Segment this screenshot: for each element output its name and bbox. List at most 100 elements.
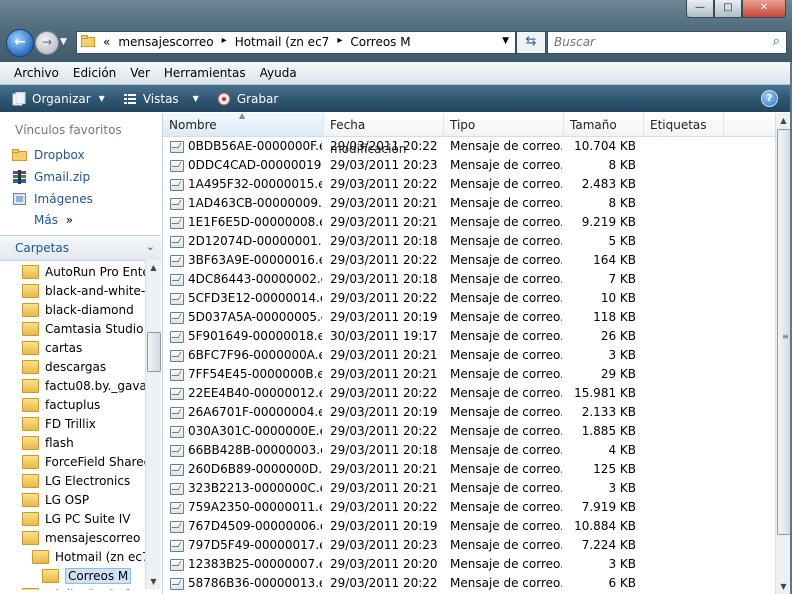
- minimize-button[interactable]: —: [686, 0, 714, 18]
- file-row[interactable]: 260D6B89-0000000D.eml 29/03/2011 20:21 Men…: [163, 460, 775, 479]
- breadcrumb-overflow[interactable]: «: [99, 35, 114, 49]
- tree-folder[interactable]: Correos M: [42, 566, 132, 585]
- tree-folder[interactable]: factu08.by._gavara: [22, 376, 145, 395]
- tree-folder[interactable]: cartas: [22, 338, 82, 357]
- organize-button[interactable]: Organizar ▼: [12, 91, 105, 106]
- file-name: 6BFC7F96-0000000A.eml: [188, 348, 322, 362]
- address-bar[interactable]: « mensajescorreo ▸ Hotmail (zn ec7 ▸ Cor…: [76, 31, 516, 54]
- breadcrumb-item[interactable]: Correos M: [346, 35, 414, 49]
- file-row[interactable]: 797D5F49-00000017.eml 29/03/2011 20:23 Men…: [163, 536, 775, 555]
- file-row[interactable]: 12383B25-00000007.eml 29/03/2011 20:20 Men…: [163, 555, 775, 574]
- file-row[interactable]: 0BDB56AE-0000000F.eml 29/03/2011 20:22 Men…: [163, 137, 775, 156]
- file-row[interactable]: 3BF63A9E-00000016.eml 29/03/2011 20:22 Men…: [163, 251, 775, 270]
- menu-ayuda[interactable]: Ayuda: [253, 62, 304, 84]
- file-row[interactable]: 4DC86443-00000002.eml 29/03/2011 20:18 Men…: [163, 270, 775, 289]
- file-size: 7 KB: [608, 272, 636, 286]
- file-row[interactable]: 6BFC7F96-0000000A.eml 29/03/2011 20:21 Men…: [163, 346, 775, 365]
- file-row[interactable]: 1E1F6E5D-00000008.eml 29/03/2011 20:21 Men…: [163, 213, 775, 232]
- close-button[interactable]: ✕: [742, 0, 786, 18]
- refresh-button[interactable]: ⇆: [516, 31, 546, 54]
- folder-tree-scrollbar[interactable]: ▲ ▼: [145, 260, 161, 589]
- help-button[interactable]: ?: [761, 90, 778, 107]
- file-type: Mensaje de correo...: [450, 443, 562, 457]
- file-row[interactable]: 323B2213-0000000C.eml 29/03/2011 20:21 Men…: [163, 479, 775, 498]
- tree-folder[interactable]: mensajescorreo: [22, 528, 140, 547]
- breadcrumb-separator-icon[interactable]: ▸: [333, 35, 346, 49]
- file-row[interactable]: 767D4509-00000006.eml 29/03/2011 20:19 Men…: [163, 517, 775, 536]
- scroll-down-icon[interactable]: ▼: [776, 579, 791, 594]
- tree-folder[interactable]: AutoRun Pro Enter: [22, 262, 145, 281]
- tree-folder-label: Hotmail (zn ec7: [55, 549, 145, 564]
- address-dropdown-icon[interactable]: ▼: [502, 36, 509, 46]
- tree-folder[interactable]: LG PC Suite IV: [22, 509, 130, 528]
- file-row[interactable]: 030A301C-0000000E.eml 29/03/2011 20:22 Men…: [163, 422, 775, 441]
- file-size: 2.483 KB: [581, 177, 636, 191]
- menu-ver[interactable]: Ver: [123, 62, 157, 84]
- scroll-thumb[interactable]: [147, 332, 161, 372]
- scroll-thumb[interactable]: ≡: [777, 129, 791, 535]
- scroll-down-icon[interactable]: ▼: [146, 574, 161, 589]
- tree-folder[interactable]: black-diamond: [22, 300, 134, 319]
- views-button[interactable]: Vistas ▼: [123, 92, 199, 106]
- tree-folder[interactable]: Camtasia Studio: [22, 319, 143, 338]
- maximize-button[interactable]: □: [714, 0, 742, 18]
- tree-folder[interactable]: Hotmail (zn ec7: [32, 547, 145, 566]
- file-name-cell: 5CFD3E12-00000014.eml: [170, 289, 322, 308]
- file-row[interactable]: 5D037A5A-00000005.eml 29/03/2011 20:19 Men…: [163, 308, 775, 327]
- tree-folder[interactable]: factuplus: [22, 395, 100, 414]
- file-row[interactable]: 22EE4B40-00000012.eml 29/03/2011 20:22 Men…: [163, 384, 775, 403]
- more-links[interactable]: Más »: [34, 213, 73, 227]
- back-button[interactable]: ←: [6, 29, 34, 57]
- menu-edicion[interactable]: Edición: [66, 62, 123, 84]
- file-row[interactable]: 759A2350-00000011.eml 29/03/2011 20:22 Men…: [163, 498, 775, 517]
- column-header-tags[interactable]: Etiquetas: [644, 113, 724, 136]
- file-row[interactable]: 5CFD3E12-00000014.eml 29/03/2011 20:22 Men…: [163, 289, 775, 308]
- favorite-gmail-zip[interactable]: Gmail.zip: [12, 168, 90, 186]
- tree-folder[interactable]: black-and-white-s: [22, 281, 145, 300]
- recent-pages-dropdown[interactable]: ▼: [60, 37, 67, 47]
- file-row[interactable]: 66BB428B-00000003.eml 29/03/2011 20:18 Men…: [163, 441, 775, 460]
- file-name: 58786B36-00000013.eml: [188, 576, 322, 590]
- file-date: 29/03/2011 20:22: [330, 177, 438, 191]
- tree-folder[interactable]: FD Trillix: [22, 414, 96, 433]
- tree-folder-label: Camtasia Studio: [45, 321, 144, 336]
- scroll-up-icon[interactable]: ▲: [146, 260, 161, 275]
- email-message-icon: [170, 520, 184, 533]
- tree-folder[interactable]: descargas: [22, 357, 106, 376]
- file-row[interactable]: 26A6701F-00000004.eml 29/03/2011 20:19 Men…: [163, 403, 775, 422]
- breadcrumb-item[interactable]: mensajescorreo: [114, 35, 217, 49]
- file-row[interactable]: 58786B36-00000013.eml 29/03/2011 20:22 Men…: [163, 574, 775, 593]
- file-row[interactable]: 2D12074D-00000001.eml 29/03/2011 20:18 Men…: [163, 232, 775, 251]
- file-row[interactable]: 0DDC4CAD-00000019.... 29/03/2011 20:23 Men…: [163, 156, 775, 175]
- column-header-date[interactable]: Fecha modificación: [324, 113, 444, 156]
- file-row[interactable]: 5F901649-00000018.eml 30/03/2011 19:17 Men…: [163, 327, 775, 346]
- tree-folder[interactable]: LG Electronics: [22, 471, 130, 490]
- search-box[interactable]: ⌕: [547, 31, 787, 54]
- search-icon[interactable]: ⌕: [773, 34, 780, 49]
- search-input[interactable]: [552, 34, 756, 50]
- file-row[interactable]: 1A495F32-00000015.eml 29/03/2011 20:22 Men…: [163, 175, 775, 194]
- tree-folder[interactable]: flash: [22, 433, 74, 452]
- file-name: 0DDC4CAD-00000019....: [188, 158, 322, 172]
- column-header-type[interactable]: Tipo: [444, 113, 564, 136]
- tree-folder[interactable]: LG OSP: [22, 490, 89, 509]
- folders-header[interactable]: Carpetas ⌄: [0, 235, 161, 261]
- breadcrumb-separator-icon[interactable]: ▸: [218, 35, 231, 49]
- forward-button[interactable]: →: [35, 31, 59, 55]
- favorite-imagenes[interactable]: Imágenes: [12, 190, 93, 208]
- menu-archivo[interactable]: Archivo: [0, 62, 66, 84]
- file-type: Mensaje de correo...: [450, 500, 562, 514]
- column-header-name[interactable]: ▲ Nombre: [163, 113, 324, 136]
- menu-herramientas[interactable]: Herramientas: [157, 62, 253, 84]
- tree-folder[interactable]: Mi diseño de fondo: [22, 585, 145, 590]
- email-message-icon: [170, 216, 184, 229]
- scroll-up-icon[interactable]: ▲: [776, 113, 791, 128]
- file-list-scrollbar[interactable]: ▲ ≡ ▼: [775, 113, 791, 594]
- file-row[interactable]: 7FF54E45-0000000B.eml 29/03/2011 20:21 Men…: [163, 365, 775, 384]
- burn-button[interactable]: Grabar: [217, 92, 278, 106]
- favorite-dropbox[interactable]: Dropbox: [12, 146, 85, 164]
- column-header-size[interactable]: Tamaño: [564, 113, 644, 136]
- file-row[interactable]: 1AD463CB-00000009.e... 29/03/2011 20:21 Me…: [163, 194, 775, 213]
- tree-folder[interactable]: ForceField Shared: [22, 452, 145, 471]
- breadcrumb-item[interactable]: Hotmail (zn ec7: [231, 35, 334, 49]
